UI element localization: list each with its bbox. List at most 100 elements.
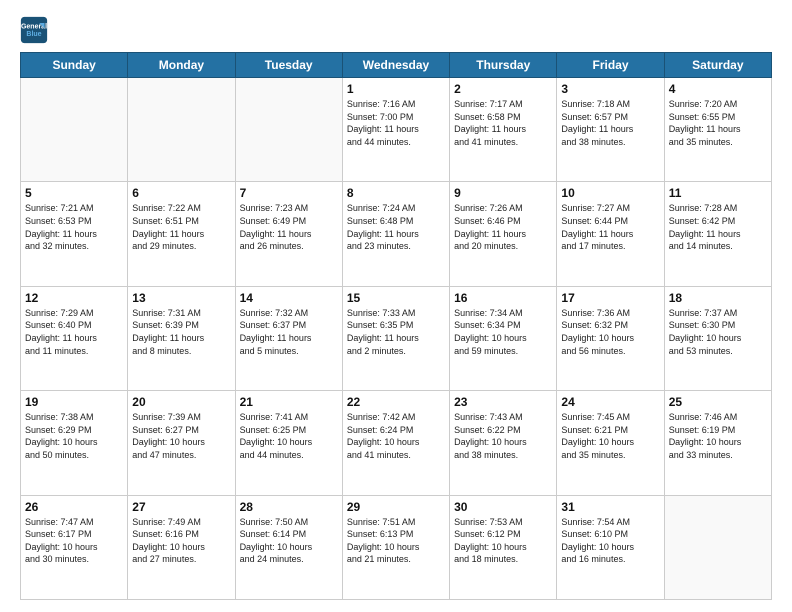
- weekday-thursday: Thursday: [450, 53, 557, 78]
- day-number: 20: [132, 395, 230, 409]
- day-cell: 29 Sunrise: 7:51 AM Sunset: 6:13 PM Dayli…: [342, 495, 449, 599]
- day-info: Sunrise: 7:27 AM Sunset: 6:44 PM Dayligh…: [561, 202, 659, 252]
- day-info: Sunrise: 7:24 AM Sunset: 6:48 PM Dayligh…: [347, 202, 445, 252]
- day-number: 19: [25, 395, 123, 409]
- header: General Blue: [20, 16, 772, 44]
- day-info: Sunrise: 7:33 AM Sunset: 6:35 PM Dayligh…: [347, 307, 445, 357]
- day-info: Sunrise: 7:26 AM Sunset: 6:46 PM Dayligh…: [454, 202, 552, 252]
- day-number: 28: [240, 500, 338, 514]
- weekday-tuesday: Tuesday: [235, 53, 342, 78]
- day-number: 29: [347, 500, 445, 514]
- day-number: 26: [25, 500, 123, 514]
- logo: General Blue: [20, 16, 52, 44]
- day-info: Sunrise: 7:36 AM Sunset: 6:32 PM Dayligh…: [561, 307, 659, 357]
- day-number: 4: [669, 82, 767, 96]
- day-number: 16: [454, 291, 552, 305]
- day-cell: 18 Sunrise: 7:37 AM Sunset: 6:30 PM Dayli…: [664, 286, 771, 390]
- day-number: 14: [240, 291, 338, 305]
- day-number: 6: [132, 186, 230, 200]
- day-info: Sunrise: 7:46 AM Sunset: 6:19 PM Dayligh…: [669, 411, 767, 461]
- day-number: 1: [347, 82, 445, 96]
- day-number: 31: [561, 500, 659, 514]
- day-cell: 27Sunrise: 7:49 AM Sunset: 6:16 PM Dayli…: [128, 495, 235, 599]
- svg-text:Blue: Blue: [26, 31, 41, 38]
- day-number: 7: [240, 186, 338, 200]
- day-info: Sunrise: 7:22 AM Sunset: 6:51 PM Dayligh…: [132, 202, 230, 252]
- day-cell: 26 Sunrise: 7:47 AM Sunset: 6:17 PM Dayli…: [21, 495, 128, 599]
- day-number: 10: [561, 186, 659, 200]
- weekday-wednesday: Wednesday: [342, 53, 449, 78]
- day-cell: 21Sunrise: 7:41 AM Sunset: 6:25 PM Dayli…: [235, 391, 342, 495]
- calendar-body: 1 Sunrise: 7:16 AM Sunset: 7:00 PM Daylig…: [21, 78, 772, 600]
- day-info: Sunrise: 7:50 AM Sunset: 6:14 PM Dayligh…: [240, 516, 338, 566]
- week-row-3: 19 Sunrise: 7:38 AM Sunset: 6:29 PM Dayli…: [21, 391, 772, 495]
- day-cell: 9 Sunrise: 7:26 AM Sunset: 6:46 PM Daylig…: [450, 182, 557, 286]
- day-cell: 12 Sunrise: 7:29 AM Sunset: 6:40 PM Dayli…: [21, 286, 128, 390]
- day-cell: 19 Sunrise: 7:38 AM Sunset: 6:29 PM Dayli…: [21, 391, 128, 495]
- day-number: 15: [347, 291, 445, 305]
- day-info: Sunrise: 7:16 AM Sunset: 7:00 PM Dayligh…: [347, 98, 445, 148]
- day-number: 24: [561, 395, 659, 409]
- day-cell: 16 Sunrise: 7:34 AM Sunset: 6:34 PM Dayli…: [450, 286, 557, 390]
- week-row-0: 1 Sunrise: 7:16 AM Sunset: 7:00 PM Daylig…: [21, 78, 772, 182]
- day-info: Sunrise: 7:45 AM Sunset: 6:21 PM Dayligh…: [561, 411, 659, 461]
- day-info: Sunrise: 7:54 AM Sunset: 6:10 PM Dayligh…: [561, 516, 659, 566]
- day-info: Sunrise: 7:47 AM Sunset: 6:17 PM Dayligh…: [25, 516, 123, 566]
- day-cell: 24 Sunrise: 7:45 AM Sunset: 6:21 PM Dayli…: [557, 391, 664, 495]
- day-cell: [235, 78, 342, 182]
- week-row-4: 26 Sunrise: 7:47 AM Sunset: 6:17 PM Dayli…: [21, 495, 772, 599]
- day-number: 11: [669, 186, 767, 200]
- day-info: Sunrise: 7:29 AM Sunset: 6:40 PM Dayligh…: [25, 307, 123, 357]
- day-number: 8: [347, 186, 445, 200]
- day-cell: 23 Sunrise: 7:43 AM Sunset: 6:22 PM Dayli…: [450, 391, 557, 495]
- day-info: Sunrise: 7:20 AM Sunset: 6:55 PM Dayligh…: [669, 98, 767, 148]
- day-info: Sunrise: 7:49 AM Sunset: 6:16 PM Dayligh…: [132, 516, 230, 566]
- day-info: Sunrise: 7:31 AM Sunset: 6:39 PM Dayligh…: [132, 307, 230, 357]
- day-cell: 2Sunrise: 7:17 AM Sunset: 6:58 PM Daylig…: [450, 78, 557, 182]
- day-cell: 30Sunrise: 7:53 AM Sunset: 6:12 PM Dayli…: [450, 495, 557, 599]
- day-cell: 25 Sunrise: 7:46 AM Sunset: 6:19 PM Dayli…: [664, 391, 771, 495]
- day-cell: 5 Sunrise: 7:21 AM Sunset: 6:53 PM Daylig…: [21, 182, 128, 286]
- day-info: Sunrise: 7:51 AM Sunset: 6:13 PM Dayligh…: [347, 516, 445, 566]
- day-number: 30: [454, 500, 552, 514]
- day-info: Sunrise: 7:39 AM Sunset: 6:27 PM Dayligh…: [132, 411, 230, 461]
- day-number: 23: [454, 395, 552, 409]
- day-cell: [664, 495, 771, 599]
- day-cell: 1 Sunrise: 7:16 AM Sunset: 7:00 PM Daylig…: [342, 78, 449, 182]
- day-number: 25: [669, 395, 767, 409]
- day-info: Sunrise: 7:43 AM Sunset: 6:22 PM Dayligh…: [454, 411, 552, 461]
- day-cell: 3Sunrise: 7:18 AM Sunset: 6:57 PM Daylig…: [557, 78, 664, 182]
- day-info: Sunrise: 7:23 AM Sunset: 6:49 PM Dayligh…: [240, 202, 338, 252]
- logo-icon: General Blue: [20, 16, 48, 44]
- day-cell: 10 Sunrise: 7:27 AM Sunset: 6:44 PM Dayli…: [557, 182, 664, 286]
- weekday-saturday: Saturday: [664, 53, 771, 78]
- weekday-friday: Friday: [557, 53, 664, 78]
- day-info: Sunrise: 7:21 AM Sunset: 6:53 PM Dayligh…: [25, 202, 123, 252]
- day-number: 18: [669, 291, 767, 305]
- day-cell: 13Sunrise: 7:31 AM Sunset: 6:39 PM Dayli…: [128, 286, 235, 390]
- weekday-header-row: SundayMondayTuesdayWednesdayThursdayFrid…: [21, 53, 772, 78]
- day-info: Sunrise: 7:42 AM Sunset: 6:24 PM Dayligh…: [347, 411, 445, 461]
- day-info: Sunrise: 7:37 AM Sunset: 6:30 PM Dayligh…: [669, 307, 767, 357]
- day-number: 5: [25, 186, 123, 200]
- day-number: 9: [454, 186, 552, 200]
- day-info: Sunrise: 7:41 AM Sunset: 6:25 PM Dayligh…: [240, 411, 338, 461]
- day-number: 12: [25, 291, 123, 305]
- weekday-monday: Monday: [128, 53, 235, 78]
- day-number: 22: [347, 395, 445, 409]
- day-cell: 6 Sunrise: 7:22 AM Sunset: 6:51 PM Daylig…: [128, 182, 235, 286]
- day-cell: 11Sunrise: 7:28 AM Sunset: 6:42 PM Dayli…: [664, 182, 771, 286]
- day-cell: 15 Sunrise: 7:33 AM Sunset: 6:35 PM Dayli…: [342, 286, 449, 390]
- day-info: Sunrise: 7:32 AM Sunset: 6:37 PM Dayligh…: [240, 307, 338, 357]
- day-number: 2: [454, 82, 552, 96]
- day-cell: [128, 78, 235, 182]
- day-cell: 28 Sunrise: 7:50 AM Sunset: 6:14 PM Dayli…: [235, 495, 342, 599]
- day-cell: 4 Sunrise: 7:20 AM Sunset: 6:55 PM Daylig…: [664, 78, 771, 182]
- day-info: Sunrise: 7:38 AM Sunset: 6:29 PM Dayligh…: [25, 411, 123, 461]
- weekday-sunday: Sunday: [21, 53, 128, 78]
- day-number: 3: [561, 82, 659, 96]
- day-cell: 7 Sunrise: 7:23 AM Sunset: 6:49 PM Daylig…: [235, 182, 342, 286]
- calendar-table: SundayMondayTuesdayWednesdayThursdayFrid…: [20, 52, 772, 600]
- day-cell: 20 Sunrise: 7:39 AM Sunset: 6:27 PM Dayli…: [128, 391, 235, 495]
- day-info: Sunrise: 7:34 AM Sunset: 6:34 PM Dayligh…: [454, 307, 552, 357]
